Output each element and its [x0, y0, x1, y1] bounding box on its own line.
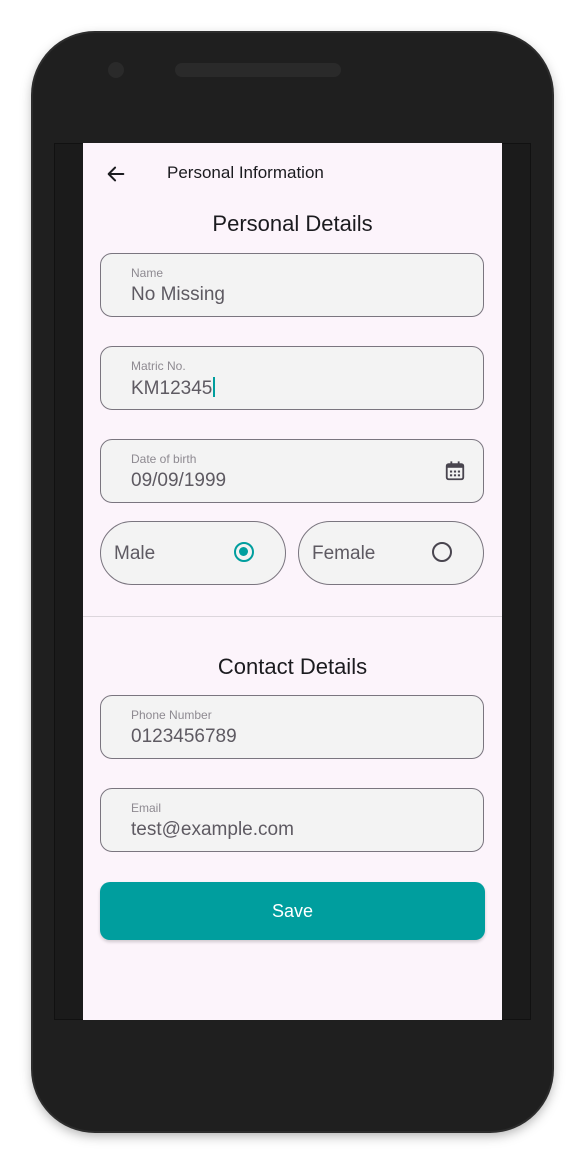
gender-female-option[interactable]: Female — [298, 521, 484, 585]
section-divider — [83, 616, 502, 617]
phone-number-field-label: Phone Number — [131, 708, 212, 722]
email-field-value: test@example.com — [131, 819, 294, 840]
camera — [108, 62, 124, 78]
save-button[interactable]: Save — [100, 882, 485, 940]
date-of-birth-field-label: Date of birth — [131, 452, 197, 466]
name-field-value: No Missing — [131, 284, 225, 305]
female-label: Female — [312, 543, 376, 564]
page-title: Personal Information — [167, 163, 324, 182]
app-bar: Personal Information — [83, 143, 502, 207]
male-label: Male — [114, 543, 156, 564]
name-field[interactable]: Name No Missing — [100, 253, 484, 317]
radio-selected-icon[interactable] — [234, 542, 254, 562]
matric-no-field[interactable]: Matric No. KM12345 — [100, 346, 484, 410]
email-field-label: Email — [131, 801, 162, 815]
date-of-birth-field-value: 09/09/1999 — [131, 470, 227, 491]
gender-male-option[interactable]: Male — [100, 521, 286, 585]
matric-no-field-value: KM12345 — [131, 378, 213, 399]
email-field[interactable]: Email test@example.com — [100, 788, 484, 852]
personal-details-heading: Personal Details — [212, 211, 373, 236]
contact-details-heading: Contact Details — [217, 654, 368, 679]
matric-no-field-value-wrap: KM12345 — [131, 377, 216, 400]
app-screen: Personal Information Personal Details Na… — [83, 143, 502, 1020]
text-cursor — [213, 377, 216, 397]
date-of-birth-field[interactable]: Date of birth 09/09/1999 — [100, 439, 484, 503]
speaker — [175, 63, 341, 77]
radio-unselected-icon[interactable] — [432, 542, 452, 562]
arrow-left-icon — [105, 163, 127, 189]
phone-number-field[interactable]: Phone Number 0123456789 — [100, 695, 484, 759]
name-field-label: Name — [131, 266, 164, 280]
matric-no-field-label: Matric No. — [131, 359, 186, 373]
phone-number-field-value: 0123456789 — [131, 726, 237, 747]
back-button[interactable] — [101, 161, 131, 191]
calendar-icon[interactable] — [444, 460, 466, 482]
